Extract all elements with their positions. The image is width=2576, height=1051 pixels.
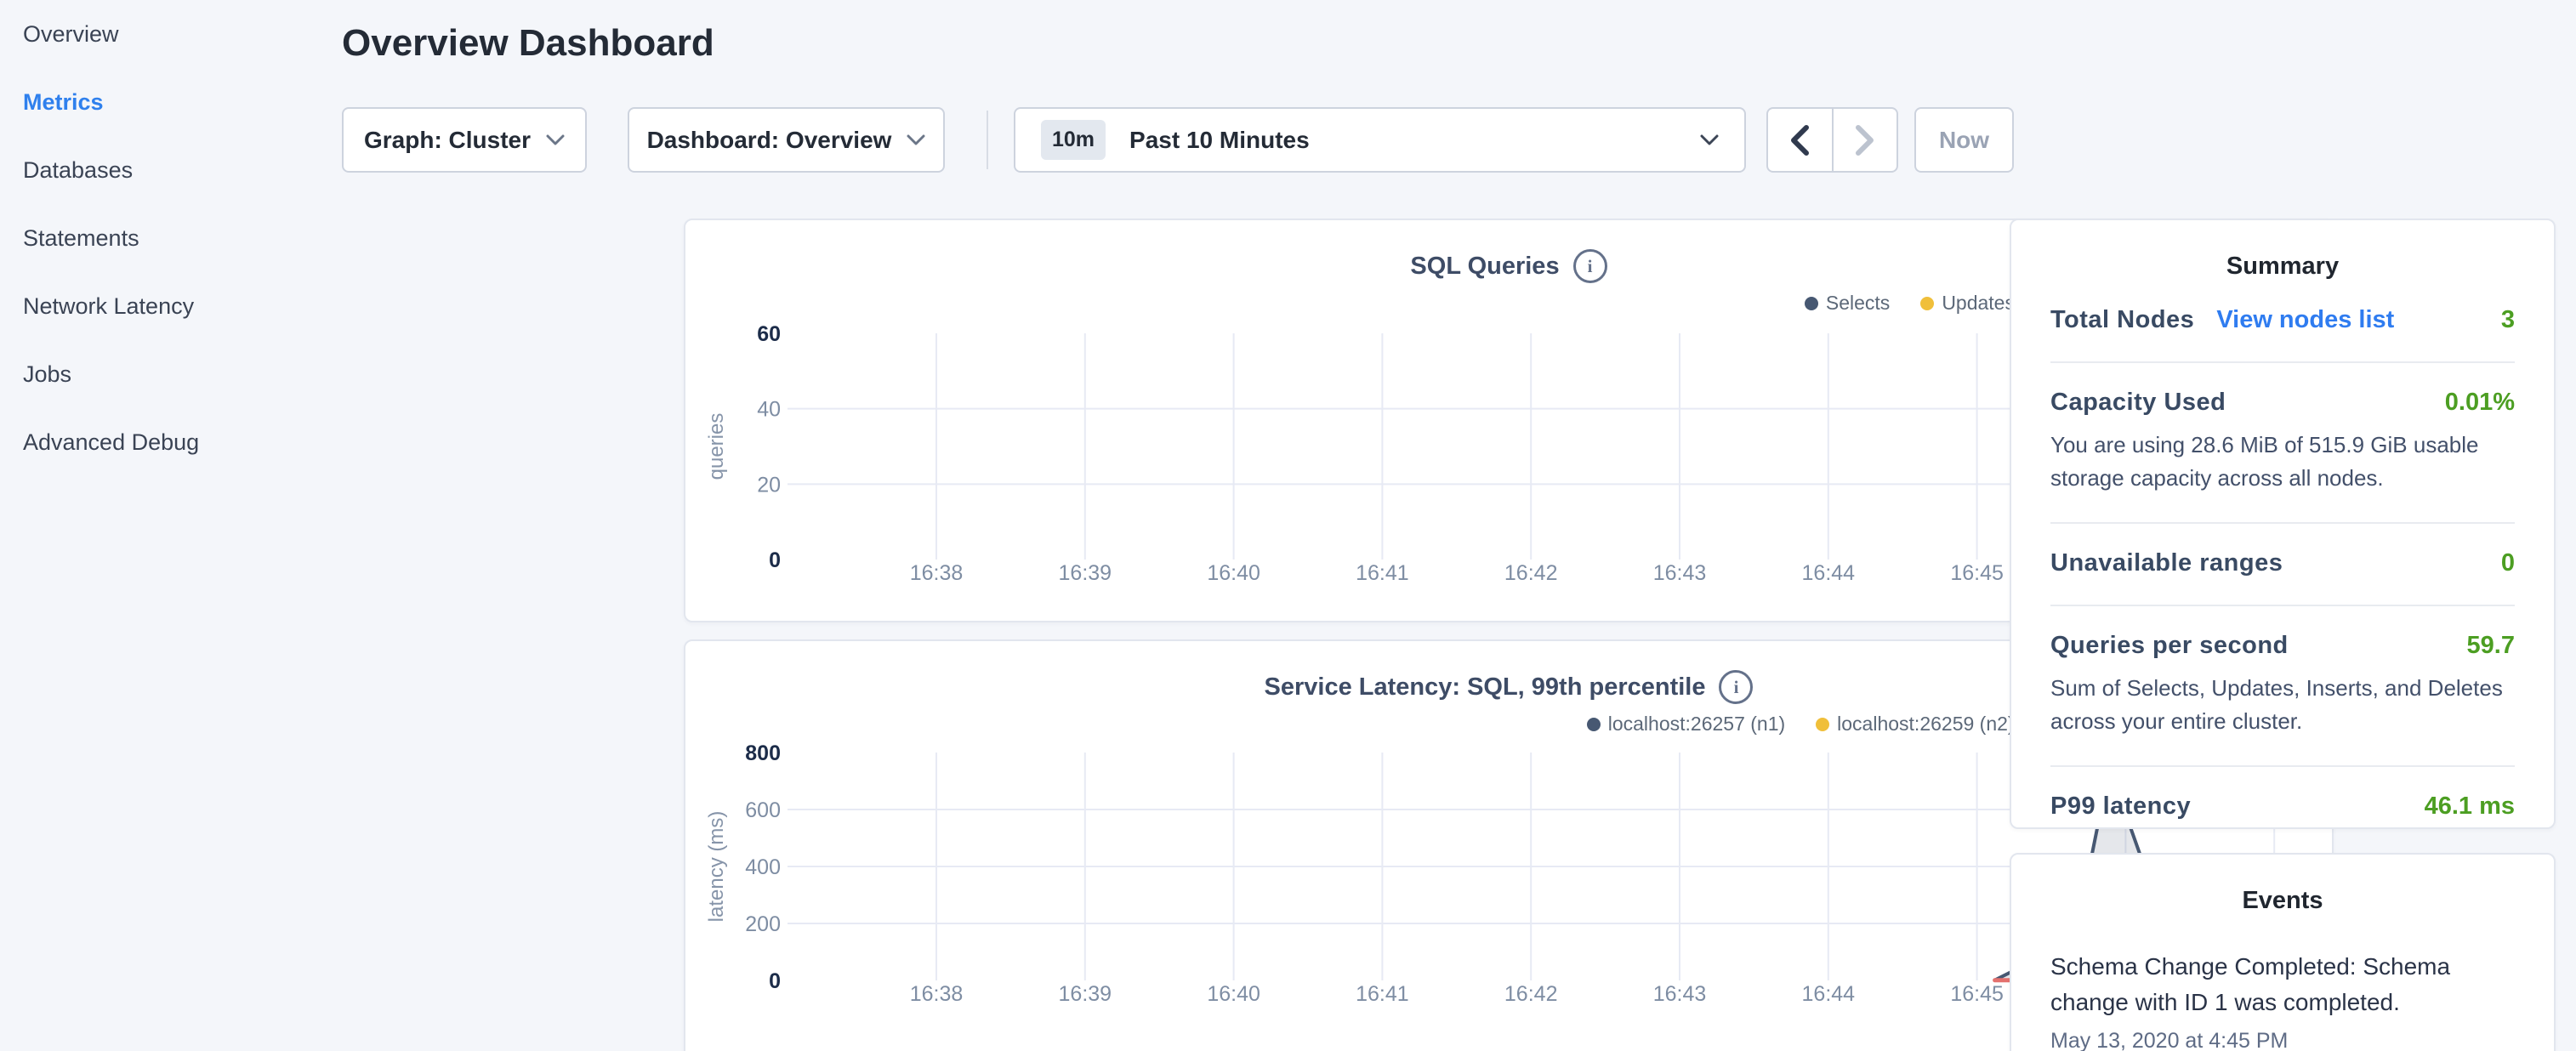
qps-description: Sum of Selects, Updates, Inserts, and De… bbox=[2050, 672, 2515, 738]
svg-text:16:43: 16:43 bbox=[1653, 561, 1707, 585]
svg-text:latency (ms): latency (ms) bbox=[705, 811, 728, 923]
sidebar-item-metrics[interactable]: Metrics bbox=[0, 68, 340, 136]
svg-text:16:42: 16:42 bbox=[1504, 982, 1558, 1006]
svg-text:16:41: 16:41 bbox=[1356, 982, 1409, 1006]
app-root: Overview Metrics Databases Statements Ne… bbox=[0, 0, 2576, 1051]
sidebar-item-overview[interactable]: Overview bbox=[0, 0, 340, 68]
sidebar: Overview Metrics Databases Statements Ne… bbox=[0, 0, 340, 1051]
svg-text:800: 800 bbox=[745, 741, 781, 765]
qps-value: 59.7 bbox=[2467, 632, 2515, 660]
info-icon[interactable]: i bbox=[1573, 249, 1607, 283]
svg-text:600: 600 bbox=[745, 798, 781, 822]
svg-text:16:42: 16:42 bbox=[1504, 561, 1558, 585]
summary-title: Summary bbox=[2050, 253, 2515, 281]
chevron-down-icon bbox=[1700, 134, 1719, 146]
page-title: Overview Dashboard bbox=[342, 22, 714, 65]
chevron-down-icon bbox=[546, 134, 565, 146]
legend-dot bbox=[1816, 718, 1829, 731]
svg-text:16:40: 16:40 bbox=[1207, 982, 1260, 1006]
view-nodes-list-link[interactable]: View nodes list bbox=[2216, 306, 2394, 334]
sidebar-item-network-latency[interactable]: Network Latency bbox=[0, 272, 340, 340]
summary-row-qps: Queries per second 59.7 Sum of Selects, … bbox=[2050, 606, 2515, 767]
svg-text:16:39: 16:39 bbox=[1059, 561, 1112, 585]
svg-text:16:39: 16:39 bbox=[1059, 982, 1112, 1006]
chart-title: SQL Queries bbox=[1410, 253, 1559, 281]
events-title: Events bbox=[2050, 887, 2515, 915]
legend-item-n1[interactable]: localhost:26257 (n1) bbox=[1587, 713, 1785, 736]
svg-text:60: 60 bbox=[757, 322, 781, 346]
capacity-used-description: You are using 28.6 MiB of 515.9 GiB usab… bbox=[2050, 429, 2515, 495]
legend-dot bbox=[1587, 718, 1601, 731]
svg-text:200: 200 bbox=[745, 912, 781, 936]
chevron-down-icon bbox=[907, 134, 925, 146]
time-range-label: Past 10 Minutes bbox=[1129, 127, 1700, 154]
chevron-right-icon bbox=[1854, 124, 1876, 156]
events-panel: Events Schema Change Completed: Schema c… bbox=[2010, 853, 2556, 1051]
p99-latency-label: P99 latency bbox=[2050, 793, 2191, 821]
sidebar-item-jobs[interactable]: Jobs bbox=[0, 340, 340, 408]
unavailable-ranges-value: 0 bbox=[2501, 549, 2515, 577]
capacity-used-label: Capacity Used bbox=[2050, 389, 2226, 417]
total-nodes-value: 3 bbox=[2501, 306, 2515, 334]
summary-row-total-nodes: Total Nodes View nodes list 3 bbox=[2050, 281, 2515, 363]
event-message[interactable]: Schema Change Completed: Schema change w… bbox=[2050, 949, 2515, 1020]
svg-text:16:45: 16:45 bbox=[1950, 982, 2004, 1006]
p99-latency-value: 46.1 ms bbox=[2425, 793, 2515, 821]
toolbar: Graph: Cluster Dashboard: Overview 10m P… bbox=[342, 107, 2043, 173]
legend-dot bbox=[1805, 297, 1818, 310]
svg-text:16:44: 16:44 bbox=[1802, 561, 1856, 585]
summary-panel: Summary Total Nodes View nodes list 3 Ca… bbox=[2010, 219, 2556, 829]
info-icon[interactable]: i bbox=[1719, 670, 1753, 704]
svg-text:16:44: 16:44 bbox=[1802, 982, 1856, 1006]
dashboard-dropdown-label: Dashboard: Overview bbox=[647, 127, 892, 154]
legend-item-selects[interactable]: Selects bbox=[1805, 292, 1890, 315]
svg-text:queries: queries bbox=[705, 413, 728, 480]
toolbar-divider bbox=[987, 111, 988, 169]
next-time-button[interactable] bbox=[1834, 109, 1897, 171]
svg-text:16:38: 16:38 bbox=[910, 982, 964, 1006]
svg-text:400: 400 bbox=[745, 855, 781, 879]
svg-text:20: 20 bbox=[757, 473, 781, 497]
prev-time-button[interactable] bbox=[1768, 109, 1834, 171]
svg-text:16:45: 16:45 bbox=[1950, 561, 2004, 585]
time-step-buttons bbox=[1766, 107, 1898, 173]
sidebar-item-advanced-debug[interactable]: Advanced Debug bbox=[0, 408, 340, 476]
chevron-left-icon bbox=[1788, 124, 1811, 156]
svg-text:16:40: 16:40 bbox=[1207, 561, 1260, 585]
summary-row-unavailable-ranges: Unavailable ranges 0 bbox=[2050, 524, 2515, 606]
legend-item-n2[interactable]: localhost:26259 (n2) bbox=[1816, 713, 2014, 736]
legend-dot bbox=[1920, 297, 1934, 310]
chart-title: Service Latency: SQL, 99th percentile bbox=[1265, 673, 1706, 702]
capacity-used-value: 0.01% bbox=[2445, 389, 2515, 417]
summary-row-p99: P99 latency 46.1 ms bbox=[2050, 767, 2515, 848]
sidebar-item-statements[interactable]: Statements bbox=[0, 204, 340, 272]
svg-text:0: 0 bbox=[769, 548, 781, 572]
legend-item-updates[interactable]: Updates bbox=[1920, 292, 2015, 315]
graph-dropdown[interactable]: Graph: Cluster bbox=[342, 107, 587, 173]
sidebar-item-databases[interactable]: Databases bbox=[0, 136, 340, 204]
now-button[interactable]: Now bbox=[1914, 107, 2014, 173]
qps-label: Queries per second bbox=[2050, 632, 2289, 660]
event-timestamp: May 13, 2020 at 4:45 PM bbox=[2050, 1029, 2515, 1051]
time-range-selector[interactable]: 10m Past 10 Minutes bbox=[1014, 107, 1746, 173]
graph-dropdown-label: Graph: Cluster bbox=[364, 127, 531, 154]
time-range-badge: 10m bbox=[1041, 120, 1106, 160]
summary-row-capacity: Capacity Used 0.01% You are using 28.6 M… bbox=[2050, 363, 2515, 524]
svg-text:16:38: 16:38 bbox=[910, 561, 964, 585]
total-nodes-label: Total Nodes bbox=[2050, 306, 2194, 334]
svg-text:0: 0 bbox=[769, 969, 781, 993]
svg-text:16:43: 16:43 bbox=[1653, 982, 1707, 1006]
svg-text:16:41: 16:41 bbox=[1356, 561, 1409, 585]
svg-text:40: 40 bbox=[757, 398, 781, 422]
dashboard-dropdown[interactable]: Dashboard: Overview bbox=[628, 107, 945, 173]
unavailable-ranges-label: Unavailable ranges bbox=[2050, 549, 2283, 577]
